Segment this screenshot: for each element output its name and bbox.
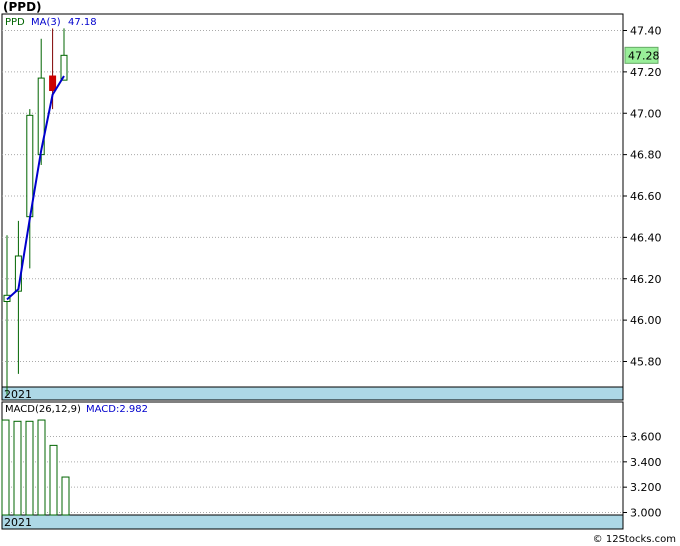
macd-panel xyxy=(1,401,624,516)
price-tick-label: 46.60 xyxy=(630,190,662,203)
price-tick-label: 45.80 xyxy=(630,356,662,369)
macd-bar xyxy=(25,420,34,516)
legend-ma-value: 47.18 xyxy=(68,17,97,28)
price-tick-label: 46.00 xyxy=(630,314,662,327)
macd-bar xyxy=(37,419,46,516)
last-price-label: 47.28 xyxy=(628,49,660,62)
price-tick-label: 46.80 xyxy=(630,149,662,162)
legend-symbol: PPD xyxy=(5,17,25,28)
price-tick-label: 47.20 xyxy=(630,66,662,79)
macd-legend-label: MACD(26,12,9) xyxy=(5,404,81,415)
macd-year-band xyxy=(1,514,624,530)
price-tick-label: 46.20 xyxy=(630,273,662,286)
macd-tick-label: 3.000 xyxy=(630,507,662,520)
price-tick-label: 47.00 xyxy=(630,107,662,120)
price-tick-label: 47.40 xyxy=(630,25,662,38)
price-year-band xyxy=(1,386,624,401)
macd-year-label: 2021 xyxy=(4,516,32,529)
footer-credit: © 12Stocks.com xyxy=(592,534,676,545)
macd-bar xyxy=(61,476,70,516)
price-tick-label: 46.40 xyxy=(630,231,662,244)
macd-bar xyxy=(49,444,58,516)
macd-tick-label: 3.200 xyxy=(630,481,662,494)
macd-tick-label: 3.600 xyxy=(630,431,662,444)
price-panel xyxy=(1,13,624,388)
macd-tick-label: 3.400 xyxy=(630,456,662,469)
macd-legend-value: MACD:2.982 xyxy=(86,404,148,415)
candle-body xyxy=(49,75,57,91)
legend-ma-label: MA(3) xyxy=(31,17,61,28)
macd-bar xyxy=(13,420,22,516)
price-year-label: 2021 xyxy=(4,388,32,401)
stock-chart: 47.40 47.20 47.00 46.80 46.60 46.40 46.20 46.00… xyxy=(1,13,662,530)
macd-bar xyxy=(1,419,10,516)
